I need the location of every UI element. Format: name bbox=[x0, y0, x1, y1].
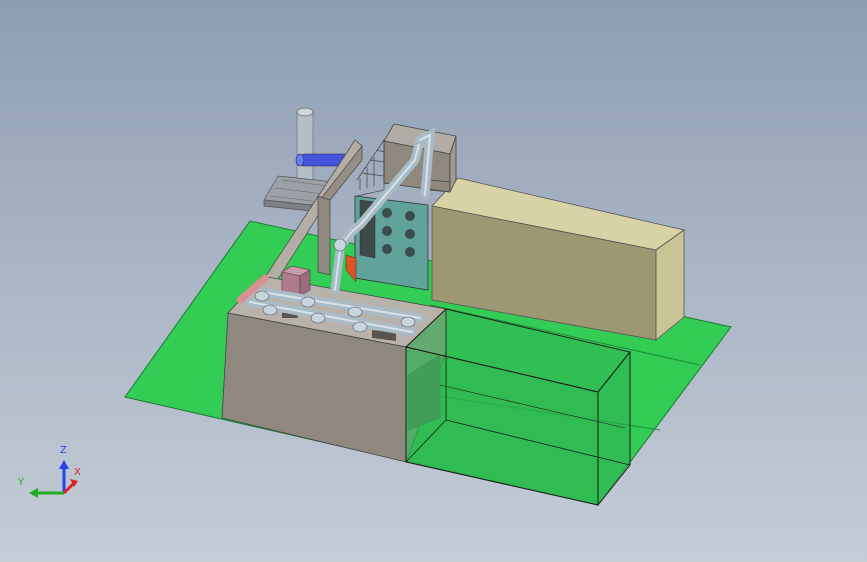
control-panel[interactable] bbox=[345, 195, 429, 291]
port-3 bbox=[382, 226, 392, 236]
port-1 bbox=[382, 208, 392, 218]
3d-viewport[interactable] bbox=[0, 0, 867, 562]
y-axis-label: Y bbox=[18, 477, 25, 488]
port-4 bbox=[405, 229, 415, 239]
port-2 bbox=[405, 211, 415, 221]
model-canvas[interactable] bbox=[0, 0, 867, 562]
z-axis-label: Z bbox=[60, 445, 67, 456]
port-6 bbox=[405, 247, 415, 257]
x-axis-label: X bbox=[74, 467, 81, 478]
port-5 bbox=[382, 244, 392, 254]
axis-triad[interactable]: Z X Y bbox=[14, 445, 84, 505]
z-axis-arrow bbox=[59, 460, 69, 469]
y-axis-arrow bbox=[29, 488, 38, 498]
